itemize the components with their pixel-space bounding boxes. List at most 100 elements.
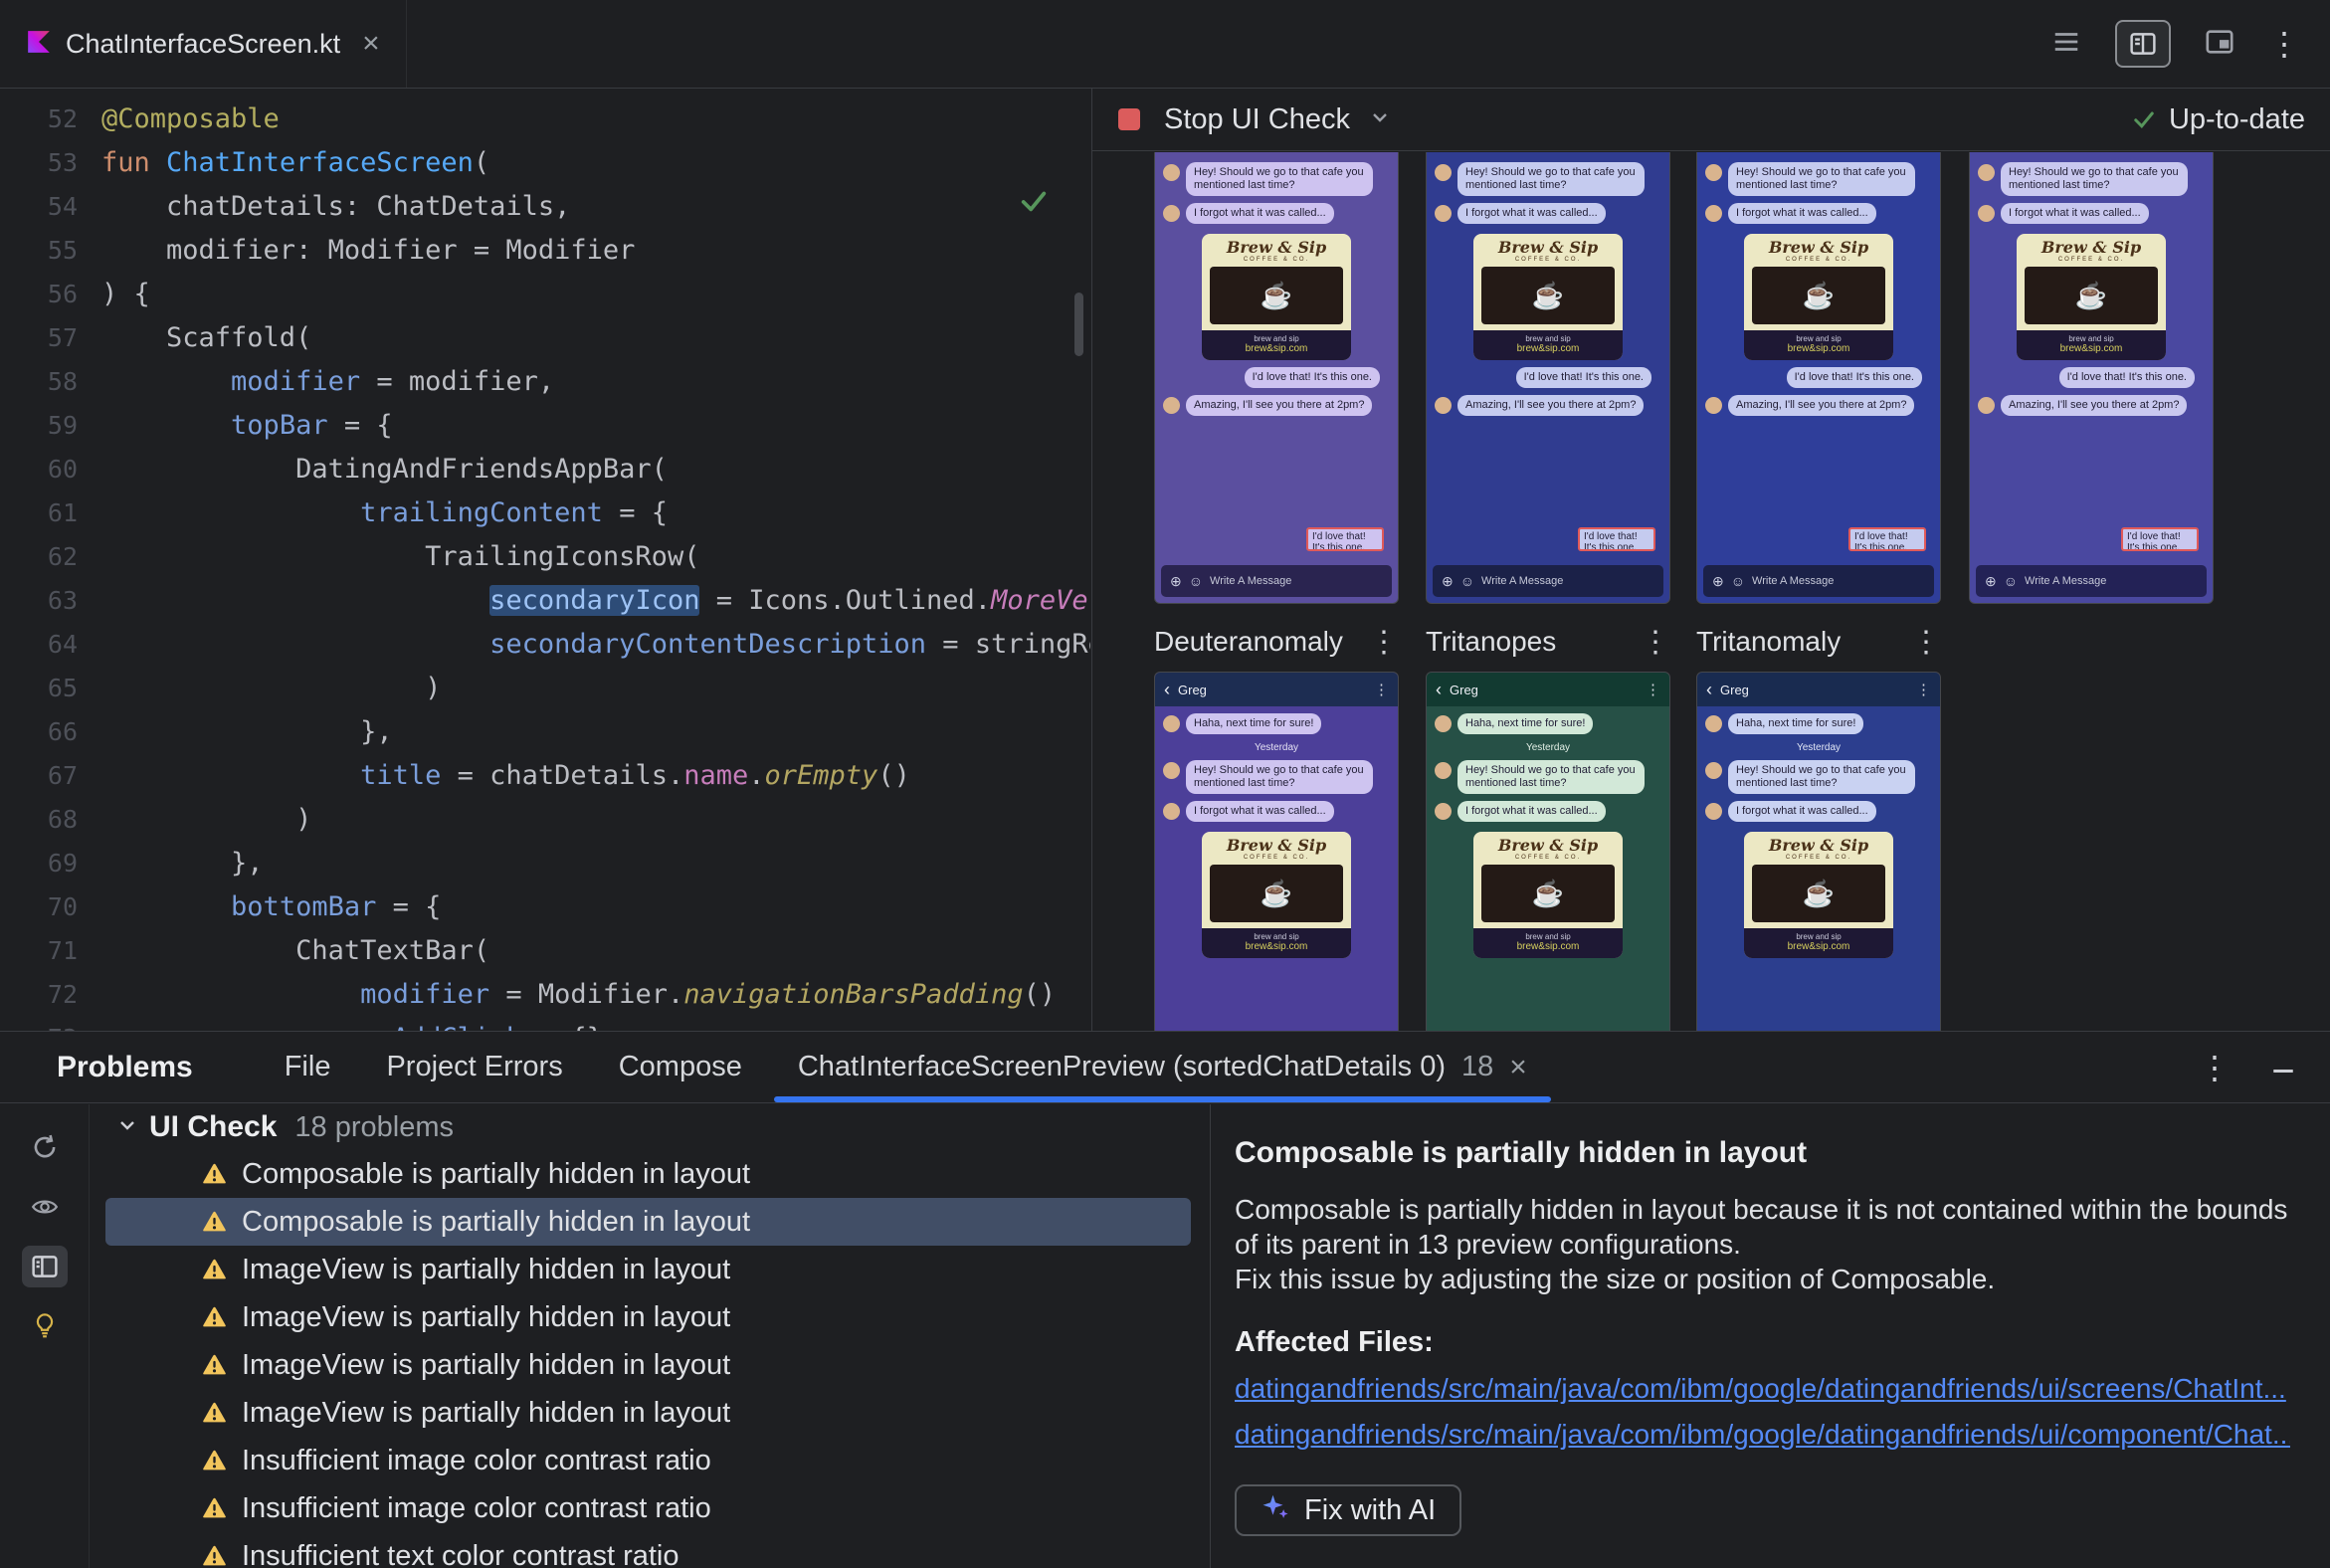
- minimize-panel-icon[interactable]: [2270, 1052, 2296, 1082]
- code-editor[interactable]: 52 @Composable 53 fun ChatInterfaceScreen(5…: [0, 89, 1090, 1031]
- editor-tab-bar: ChatInterfaceScreen.kt × ⋮: [0, 0, 2330, 89]
- code-line[interactable]: 52 @Composable: [0, 97, 1090, 140]
- preview-canvas[interactable]: Hey! Should we go to that cafe you menti…: [1092, 152, 2330, 1031]
- code-line[interactable]: 55 modifier: Modifier = Modifier: [0, 228, 1090, 272]
- preview-phone-row1-4[interactable]: Hey! Should we go to that cafe you menti…: [1969, 152, 2214, 604]
- group-count: 18 problems: [294, 1110, 454, 1143]
- code-line[interactable]: 72 modifier = Modifier.navigationBarsPad…: [0, 972, 1090, 1016]
- warning-icon: [203, 1545, 226, 1565]
- code-line[interactable]: 56) {: [0, 272, 1090, 315]
- rerun-inspection-icon[interactable]: [22, 1126, 68, 1168]
- code-line[interactable]: 70 bottomBar = {: [0, 884, 1090, 928]
- preview-problem-eye-icon[interactable]: [22, 1186, 68, 1228]
- code-line[interactable]: 60 DatingAndFriendsAppBar(: [0, 447, 1090, 490]
- code-line[interactable]: 62 TrailingIconsRow(: [0, 534, 1090, 578]
- preview-phone-row1-3[interactable]: Hey! Should we go to that cafe you menti…: [1696, 152, 1941, 604]
- editor-scrollbar[interactable]: [1074, 293, 1083, 356]
- code-line[interactable]: 68 ): [0, 797, 1090, 841]
- affected-file-link[interactable]: datingandfriends/src/main/java/com/ibm/g…: [1235, 1373, 2290, 1405]
- preview-phone-deuteranomaly[interactable]: ‹ Greg ⋮ Haha, next time for sure! Yesterday…: [1154, 672, 1399, 1031]
- line-number: 52: [47, 103, 78, 133]
- preview-more-options-icon[interactable]: ⋮: [1641, 625, 1670, 660]
- code-text: ) {: [101, 278, 150, 309]
- avatar: [1435, 164, 1452, 181]
- more-options-icon[interactable]: ⋮: [2268, 28, 2300, 60]
- panel-more-options-icon[interactable]: ⋮: [2199, 1052, 2231, 1083]
- show-details-panel-icon[interactable]: [21, 1246, 68, 1287]
- problem-row[interactable]: Insufficient image color contrast ratio: [105, 1437, 1191, 1484]
- code-line[interactable]: 53 fun ChatInterfaceScreen(: [0, 140, 1090, 184]
- warning-icon: [203, 1306, 226, 1326]
- code-line[interactable]: 71 ChatTextBar(: [0, 928, 1090, 972]
- lightbulb-icon[interactable]: [22, 1305, 68, 1347]
- code-line[interactable]: 57 Scaffold(: [0, 315, 1090, 359]
- chat-header: ‹ Greg ⋮: [1155, 673, 1398, 706]
- problem-row[interactable]: ImageView is partially hidden in layout: [105, 1341, 1191, 1389]
- structure-view-icon[interactable]: [2051, 27, 2081, 62]
- tab-compose[interactable]: Compose: [591, 1032, 770, 1102]
- inspection-ok-icon[interactable]: [1017, 186, 1051, 221]
- preview-more-options-icon[interactable]: ⋮: [1911, 625, 1941, 660]
- code-line[interactable]: 59 topBar = {: [0, 403, 1090, 447]
- date-separator: Yesterday: [1796, 742, 1842, 753]
- problem-text: Insufficient text color contrast ratio: [242, 1539, 680, 1568]
- problem-row[interactable]: Insufficient text color contrast ratio: [105, 1532, 1191, 1568]
- chat-bubble: Haha, next time for sure!: [1457, 713, 1594, 734]
- code-line[interactable]: 58 modifier = modifier,: [0, 359, 1090, 403]
- chevron-down-icon[interactable]: [115, 1113, 139, 1142]
- code-lines: 52 @Composable 53 fun ChatInterfaceScreen(5…: [0, 97, 1090, 1032]
- tab-project-errors[interactable]: Project Errors: [358, 1032, 590, 1102]
- problems-tabs: File Project Errors Compose: [257, 1032, 770, 1102]
- split-editor-toggle-icon[interactable]: [2115, 20, 2171, 68]
- problem-row[interactable]: Insufficient image color contrast ratio: [105, 1484, 1191, 1532]
- status-up-to-date: Up-to-date: [2131, 103, 2305, 136]
- preview-phone-tritanopes[interactable]: ‹ Greg ⋮ Haha, next time for sure! Yesterday…: [1426, 672, 1670, 1031]
- editor-tab-title: ChatInterfaceScreen.kt: [66, 28, 341, 59]
- fix-with-ai-button[interactable]: Fix with AI: [1235, 1484, 1462, 1536]
- affected-file-link[interactable]: datingandfriends/src/main/java/com/ibm/g…: [1235, 1419, 2290, 1451]
- group-name: UI Check: [149, 1110, 278, 1143]
- preview-phone-row1-2[interactable]: Hey! Should we go to that cafe you menti…: [1426, 152, 1670, 604]
- preview-mode-icon[interactable]: [2205, 27, 2234, 62]
- chevron-down-icon[interactable]: [1368, 105, 1392, 134]
- problems-group-header[interactable]: UI Check 18 problems: [90, 1104, 1209, 1150]
- preview-phone-row1-1[interactable]: Hey! Should we go to that cafe you menti…: [1154, 152, 1399, 604]
- close-tab-icon[interactable]: ×: [1509, 1051, 1527, 1084]
- code-line[interactable]: 73 onAddClick = {},: [0, 1016, 1090, 1032]
- problem-row[interactable]: Composable is partially hidden in layout: [105, 1198, 1191, 1246]
- chat-message-row: I forgot what it was called...: [1705, 203, 1932, 224]
- stop-ui-check-button[interactable]: Stop UI Check: [1164, 103, 1350, 136]
- problem-row[interactable]: ImageView is partially hidden in layout: [105, 1293, 1191, 1341]
- code-line[interactable]: 66 },: [0, 709, 1090, 753]
- code-line[interactable]: 65 ): [0, 666, 1090, 709]
- problem-detail-title: Composable is partially hidden in layout: [1235, 1136, 1808, 1169]
- problem-row[interactable]: ImageView is partially hidden in layout: [105, 1389, 1191, 1437]
- code-line[interactable]: 69 },: [0, 841, 1090, 884]
- preview-more-options-icon[interactable]: ⋮: [1369, 625, 1399, 660]
- code-line[interactable]: 61 trailingContent = {: [0, 490, 1090, 534]
- close-tab-icon[interactable]: ×: [362, 27, 380, 61]
- brew-sip-card: Brew & Sip COFFEE & CO. ☕ brew and sip brew&…: [1202, 832, 1351, 958]
- chat-bubble: I forgot what it was called...: [1457, 801, 1606, 822]
- avatar: [1705, 762, 1722, 779]
- warning-icon: [203, 1402, 226, 1422]
- problem-row[interactable]: Composable is partially hidden in layout: [105, 1150, 1191, 1198]
- problem-row[interactable]: ImageView is partially hidden in layout: [105, 1246, 1191, 1293]
- warning-icon: [203, 1259, 226, 1278]
- tab-chatinterfacescreenpreview[interactable]: ChatInterfaceScreenPreview (sortedChatDe…: [770, 1032, 1555, 1102]
- card-brand: Brew & Sip: [1226, 836, 1327, 855]
- chat-bubble: Haha, next time for sure!: [1728, 713, 1864, 734]
- editor-tab-active[interactable]: ChatInterfaceScreen.kt ×: [0, 0, 407, 88]
- card-caption: brew and sip: [2068, 334, 2114, 343]
- line-number: 55: [47, 235, 78, 265]
- code-line[interactable]: 54 chatDetails: ChatDetails,: [0, 184, 1090, 228]
- code-line[interactable]: 63 secondaryIcon = Icons.Outlined.MoreVe…: [0, 578, 1090, 622]
- tab-file[interactable]: File: [257, 1032, 359, 1102]
- code-line[interactable]: 67 title = chatDetails.name.orEmpty(): [0, 753, 1090, 797]
- preview-phone-tritanomaly[interactable]: ‹ Greg ⋮ Haha, next time for sure! Yesterday…: [1696, 672, 1941, 1031]
- chat-screen: Hey! Should we go to that cafe you menti…: [1155, 152, 1398, 416]
- chat-message-row: I'd love that! It's this one.: [1705, 367, 1932, 388]
- line-number: 63: [47, 585, 78, 615]
- problems-panel-title[interactable]: Problems: [57, 1051, 193, 1084]
- code-line[interactable]: 64 secondaryContentDescription = stringR…: [0, 622, 1090, 666]
